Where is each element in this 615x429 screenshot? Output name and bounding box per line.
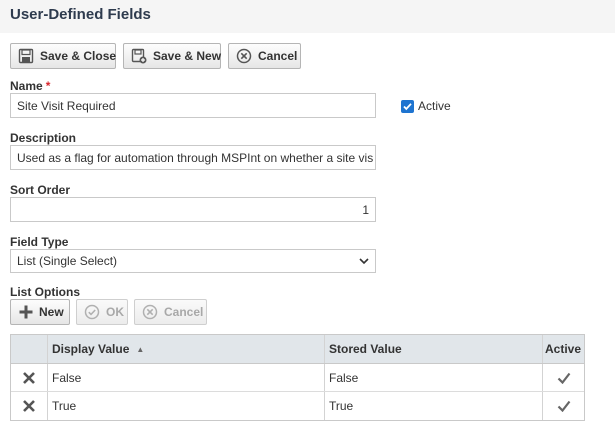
save-close-label: Save & Close [40, 49, 117, 63]
active-label: Active [418, 99, 451, 113]
checkmark-icon [543, 392, 584, 420]
field-type-label: Field Type [10, 235, 69, 249]
display-value-cell: True [48, 392, 325, 420]
stored-value-cell: True [325, 392, 543, 420]
field-type-value: List (Single Select) [17, 254, 118, 268]
sort-order-label: Sort Order [10, 183, 71, 197]
page-title: User-Defined Fields [10, 6, 151, 23]
delete-icon[interactable] [11, 364, 48, 391]
save-new-label: Save & New [153, 49, 222, 63]
table-row[interactable]: True True [11, 392, 584, 420]
description-label: Description [10, 131, 77, 145]
name-input[interactable]: Site Visit Required [10, 93, 376, 118]
list-options-label: List Options [10, 285, 80, 299]
new-option-button[interactable]: New [10, 299, 70, 325]
chevron-down-icon [359, 254, 369, 268]
ok-option-button[interactable]: OK [76, 299, 128, 325]
grid-header: Display Value ▲ Stored Value Active [11, 335, 584, 364]
description-input[interactable]: Used as a flag for automation through MS… [10, 145, 376, 170]
sort-order-input[interactable]: 1 [10, 197, 376, 222]
checkmark-icon [543, 364, 584, 391]
cancel-label: Cancel [258, 49, 298, 63]
column-header-stored-value[interactable]: Stored Value [325, 335, 543, 363]
plus-icon [18, 304, 34, 320]
title-bar: User-Defined Fields [0, 0, 615, 33]
cancel-icon [142, 304, 158, 320]
cancel-button[interactable]: Cancel [228, 43, 301, 69]
ok-option-label: OK [106, 305, 124, 319]
column-header-display-value[interactable]: Display Value ▲ [48, 335, 325, 363]
ok-icon [84, 304, 100, 320]
cancel-option-label: Cancel [164, 305, 204, 319]
required-mark: * [45, 79, 51, 93]
sort-ascending-icon: ▲ [136, 344, 145, 354]
table-row[interactable]: False False [11, 364, 584, 392]
column-header-active[interactable]: Active [543, 335, 584, 363]
name-label: Name * [10, 79, 51, 93]
save-new-icon [131, 48, 147, 64]
delete-icon[interactable] [11, 392, 48, 420]
save-close-button[interactable]: Save & Close [10, 43, 116, 69]
active-checkbox[interactable] [401, 99, 414, 113]
cancel-icon [236, 48, 252, 64]
list-options-grid: Display Value ▲ Stored Value Active Fals… [10, 334, 585, 421]
stored-value-cell: False [325, 364, 543, 391]
new-option-label: New [39, 305, 64, 319]
display-value-cell: False [48, 364, 325, 391]
column-header-actions [11, 335, 48, 363]
save-icon [18, 48, 34, 64]
active-checkbox-group[interactable]: Active [401, 99, 451, 113]
save-new-button[interactable]: Save & New [123, 43, 221, 69]
cancel-option-button[interactable]: Cancel [134, 299, 207, 325]
field-type-select[interactable]: List (Single Select) [10, 249, 376, 273]
